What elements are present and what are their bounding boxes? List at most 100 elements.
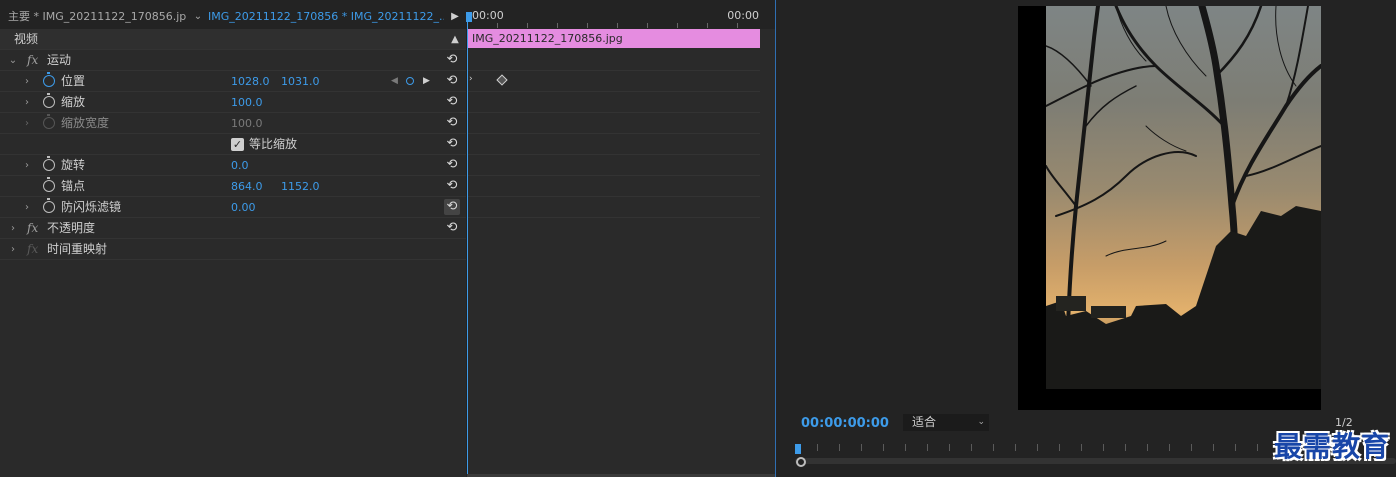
- ruler-tick: [677, 23, 678, 28]
- timeline-row-divider: [467, 217, 760, 218]
- ruler-tick: [1257, 444, 1258, 451]
- current-timecode[interactable]: 00:00:00:00: [801, 416, 889, 431]
- property-uniform-scale: ✓ 等比缩放 ⟲: [0, 134, 466, 155]
- clip-bar[interactable]: IMG_20211122_170856.jpg: [467, 29, 760, 48]
- property-rotation-label: 旋转: [61, 158, 86, 172]
- ruler-tick: [949, 444, 950, 451]
- ruler-tick: [817, 444, 818, 451]
- property-anchor-label: 锚点: [61, 179, 86, 193]
- play-icon[interactable]: ▶: [448, 6, 462, 28]
- ruler-tick: [1037, 444, 1038, 451]
- reset-icon[interactable]: ⟲: [444, 115, 460, 131]
- video-section-label: 视频: [14, 32, 39, 46]
- stopwatch-icon: [43, 114, 55, 129]
- add-keyframe-icon[interactable]: [406, 77, 414, 85]
- expand-chevron-icon[interactable]: ›: [22, 113, 32, 134]
- effect-motion-label: 运动: [47, 53, 72, 67]
- ruler-tick: [1125, 444, 1126, 451]
- property-anti-flicker-label: 防闪烁滤镜: [61, 200, 122, 214]
- keyframe-diamond-icon[interactable]: [496, 74, 508, 86]
- position-x-value[interactable]: 1028.0: [231, 71, 270, 92]
- position-y-value[interactable]: 1031.0: [281, 71, 320, 92]
- ruler-tick: [1213, 444, 1214, 451]
- ruler-tick: [707, 23, 708, 28]
- expand-chevron-icon[interactable]: ›: [22, 155, 32, 176]
- time-ruler[interactable]: 00:00 00:00: [467, 6, 775, 28]
- monitor-playhead[interactable]: [795, 444, 801, 454]
- expand-chevron-icon[interactable]: ›: [8, 239, 18, 260]
- zoom-fit-value: 适合: [912, 415, 937, 429]
- previous-keyframe-icon[interactable]: ◀: [391, 71, 398, 92]
- effect-controls-panel: 主要 * IMG_20211122_170856.jpg ⌄ IMG_20211…: [0, 0, 776, 477]
- fx-icon[interactable]: fx: [27, 50, 38, 71]
- timeline-row-divider: [467, 133, 760, 134]
- scale-width-value: 100.0: [231, 117, 263, 130]
- scrollbar-handle[interactable]: [796, 457, 806, 467]
- timeline-row-divider: [467, 196, 760, 197]
- reset-icon[interactable]: ⟲: [444, 199, 460, 215]
- anchor-y-value[interactable]: 1152.0: [281, 176, 320, 197]
- chevron-down-icon[interactable]: ⌄: [190, 6, 206, 28]
- rotation-value[interactable]: 0.0: [231, 155, 249, 176]
- reset-icon[interactable]: ⟲: [444, 94, 460, 110]
- tab-sequence-clip[interactable]: IMG_20211122_170856 * IMG_20211122_...: [208, 6, 444, 28]
- stopwatch-icon[interactable]: [43, 93, 55, 108]
- expand-chevron-icon[interactable]: ⌄: [8, 50, 18, 71]
- property-position-label: 位置: [61, 74, 86, 88]
- effect-time-remap-label: 时间重映射: [47, 242, 108, 256]
- stopwatch-icon[interactable]: [43, 177, 55, 192]
- ruler-tick: [1191, 444, 1192, 451]
- next-keyframe-icon[interactable]: ▶: [423, 71, 430, 92]
- reset-icon[interactable]: ⟲: [444, 136, 460, 152]
- zoom-fit-dropdown[interactable]: 适合 ⌄: [903, 414, 989, 431]
- video-frame[interactable]: [1018, 6, 1321, 410]
- timeline-row-divider: [467, 154, 760, 155]
- expand-chevron-icon[interactable]: ›: [22, 92, 32, 113]
- scale-value[interactable]: 100.0: [231, 92, 263, 113]
- effect-motion[interactable]: ⌄ fx 运动 ⟲: [0, 50, 466, 71]
- uniform-scale-checkbox[interactable]: ✓: [231, 138, 244, 151]
- fx-icon[interactable]: fx: [27, 218, 38, 239]
- ruler-tick: [647, 23, 648, 28]
- ruler-tick: [905, 444, 906, 451]
- ruler-tick: [927, 444, 928, 451]
- timeline-row-divider: [467, 112, 760, 113]
- chevron-down-icon: ⌄: [977, 417, 985, 427]
- collapse-up-icon[interactable]: ▲: [450, 29, 460, 50]
- stopwatch-icon[interactable]: [43, 156, 55, 171]
- effect-opacity[interactable]: › fx 不透明度 ⟲: [0, 218, 466, 239]
- ruler-tick: [617, 23, 618, 28]
- effect-opacity-label: 不透明度: [47, 221, 96, 235]
- keyframe-start-icon[interactable]: ›: [469, 74, 473, 84]
- tab-master-clip[interactable]: 主要 * IMG_20211122_170856.jpg: [8, 6, 186, 28]
- reset-icon[interactable]: ⟲: [444, 52, 460, 68]
- ruler-tick: [1235, 444, 1236, 451]
- ruler-tick: [557, 23, 558, 28]
- expand-chevron-icon[interactable]: ›: [22, 197, 32, 218]
- anti-flicker-value[interactable]: 0.00: [231, 197, 256, 218]
- anchor-x-value[interactable]: 864.0: [231, 176, 263, 197]
- stopwatch-icon[interactable]: [43, 72, 55, 87]
- expand-chevron-icon[interactable]: ›: [8, 218, 18, 239]
- timeline-row-divider: [467, 175, 760, 176]
- watermark-logo: 最需教育: [1273, 430, 1390, 463]
- playhead-line: [467, 22, 468, 477]
- ruler-tick: [993, 444, 994, 451]
- reset-icon[interactable]: ⟲: [444, 73, 460, 89]
- reset-icon[interactable]: ⟲: [444, 178, 460, 194]
- playhead-handle[interactable]: [466, 12, 472, 22]
- ruler-tick: [1103, 444, 1104, 451]
- effect-time-remapping[interactable]: › fx 时间重映射: [0, 239, 466, 260]
- ruler-start-time: 00:00: [472, 9, 504, 22]
- expand-chevron-icon[interactable]: ›: [22, 71, 32, 92]
- reset-icon[interactable]: ⟲: [444, 157, 460, 173]
- ruler-tick: [861, 444, 862, 451]
- ruler-end-time: 00:00: [727, 9, 759, 22]
- uniform-scale-label: 等比缩放: [249, 137, 298, 151]
- property-scale-label: 缩放: [61, 95, 86, 109]
- reset-icon[interactable]: ⟲: [444, 220, 460, 236]
- timeline-row-divider: [467, 91, 760, 92]
- stopwatch-icon[interactable]: [43, 198, 55, 213]
- ruler-tick: [971, 444, 972, 451]
- fx-icon: fx: [27, 242, 39, 256]
